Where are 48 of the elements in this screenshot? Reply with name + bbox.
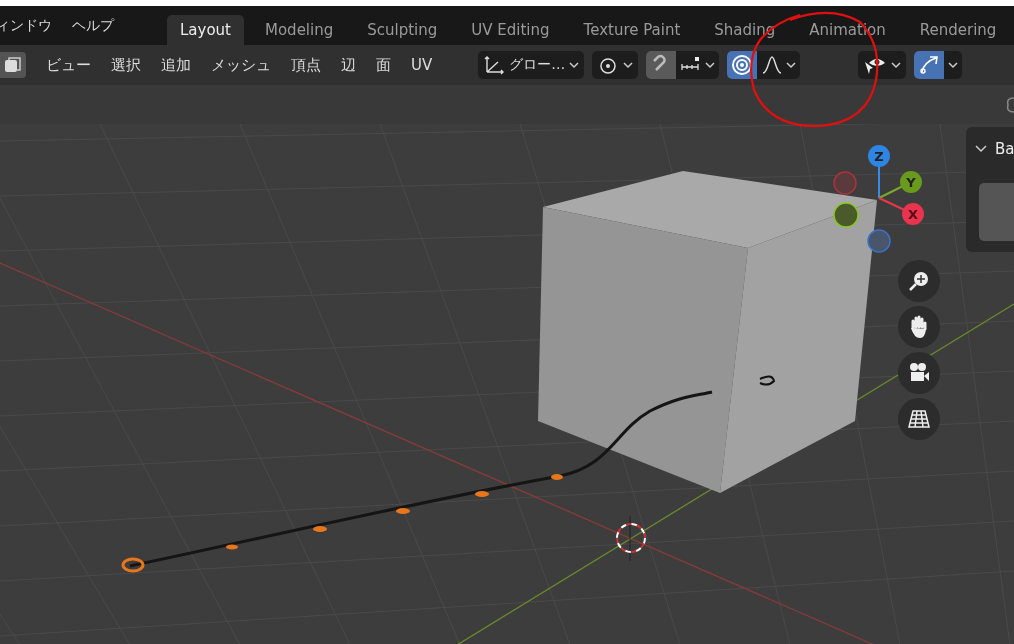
chevron-icon — [948, 61, 959, 69]
workspace-tab[interactable]: Modeling — [252, 15, 347, 45]
camera-view-button[interactable] — [898, 352, 940, 394]
panel-header[interactable]: Ba — [966, 127, 1014, 158]
menu-item[interactable]: 頂点 — [291, 55, 321, 75]
menu-item[interactable]: 面 — [376, 55, 391, 75]
hook-mark — [759, 375, 775, 386]
chevron-icon — [891, 61, 902, 69]
menu-item[interactable]: ヘルプ — [72, 16, 114, 35]
workspace-tab[interactable]: Rendering — [906, 15, 1010, 45]
chevron-icon — [569, 61, 580, 69]
pan-button[interactable] — [898, 306, 940, 348]
visibility-dropdown[interactable] — [858, 51, 907, 79]
perspective-toggle-button[interactable] — [898, 398, 940, 440]
menu-item[interactable]: メッシュ — [211, 55, 271, 75]
chevron-icon — [975, 145, 987, 153]
mode-button[interactable] — [0, 52, 26, 78]
negative-x-handle[interactable] — [833, 171, 857, 195]
negative-z-handle[interactable] — [867, 229, 891, 253]
axis-handle[interactable]: Z — [868, 145, 890, 167]
gizmo-toggle[interactable] — [914, 51, 945, 79]
panel-title: Ba — [995, 140, 1014, 158]
axis-handle[interactable]: Y — [900, 171, 922, 193]
concentric-circles-icon — [731, 54, 754, 76]
chevron-icon — [786, 61, 797, 69]
axes-icon — [483, 54, 506, 76]
zoom-button[interactable] — [898, 260, 940, 302]
menu-item[interactable]: UV — [411, 56, 433, 74]
falloff-curve-icon — [761, 54, 784, 76]
workspace-tab[interactable]: Texture Paint — [570, 15, 694, 45]
arrow-curve-icon — [918, 54, 941, 76]
orientation-dropdown[interactable]: グロー… — [478, 51, 585, 79]
workspace-tab[interactable]: Sculpting — [354, 15, 451, 45]
chevron-icon — [705, 61, 716, 69]
chevron-icon — [623, 61, 634, 69]
menu-item[interactable]: ビュー — [46, 55, 91, 75]
pivot-dropdown[interactable] — [592, 51, 639, 79]
menu-item[interactable]: 追加 — [161, 55, 191, 75]
3d-cursor — [616, 515, 646, 562]
menu-item[interactable]: 辺 — [341, 55, 356, 75]
proportional-editing-toggle[interactable] — [727, 51, 758, 79]
cube-icon — [4, 56, 22, 74]
workspace-tab[interactable]: Layout — [167, 15, 244, 45]
negative-y-handle[interactable] — [833, 202, 859, 228]
sidebar-toggle-icon[interactable] — [1004, 96, 1014, 114]
menu-item[interactable]: 選択 — [111, 55, 141, 75]
snap-toggle[interactable] — [646, 51, 677, 79]
workspace-tab[interactable]: UV Editing — [458, 15, 563, 45]
